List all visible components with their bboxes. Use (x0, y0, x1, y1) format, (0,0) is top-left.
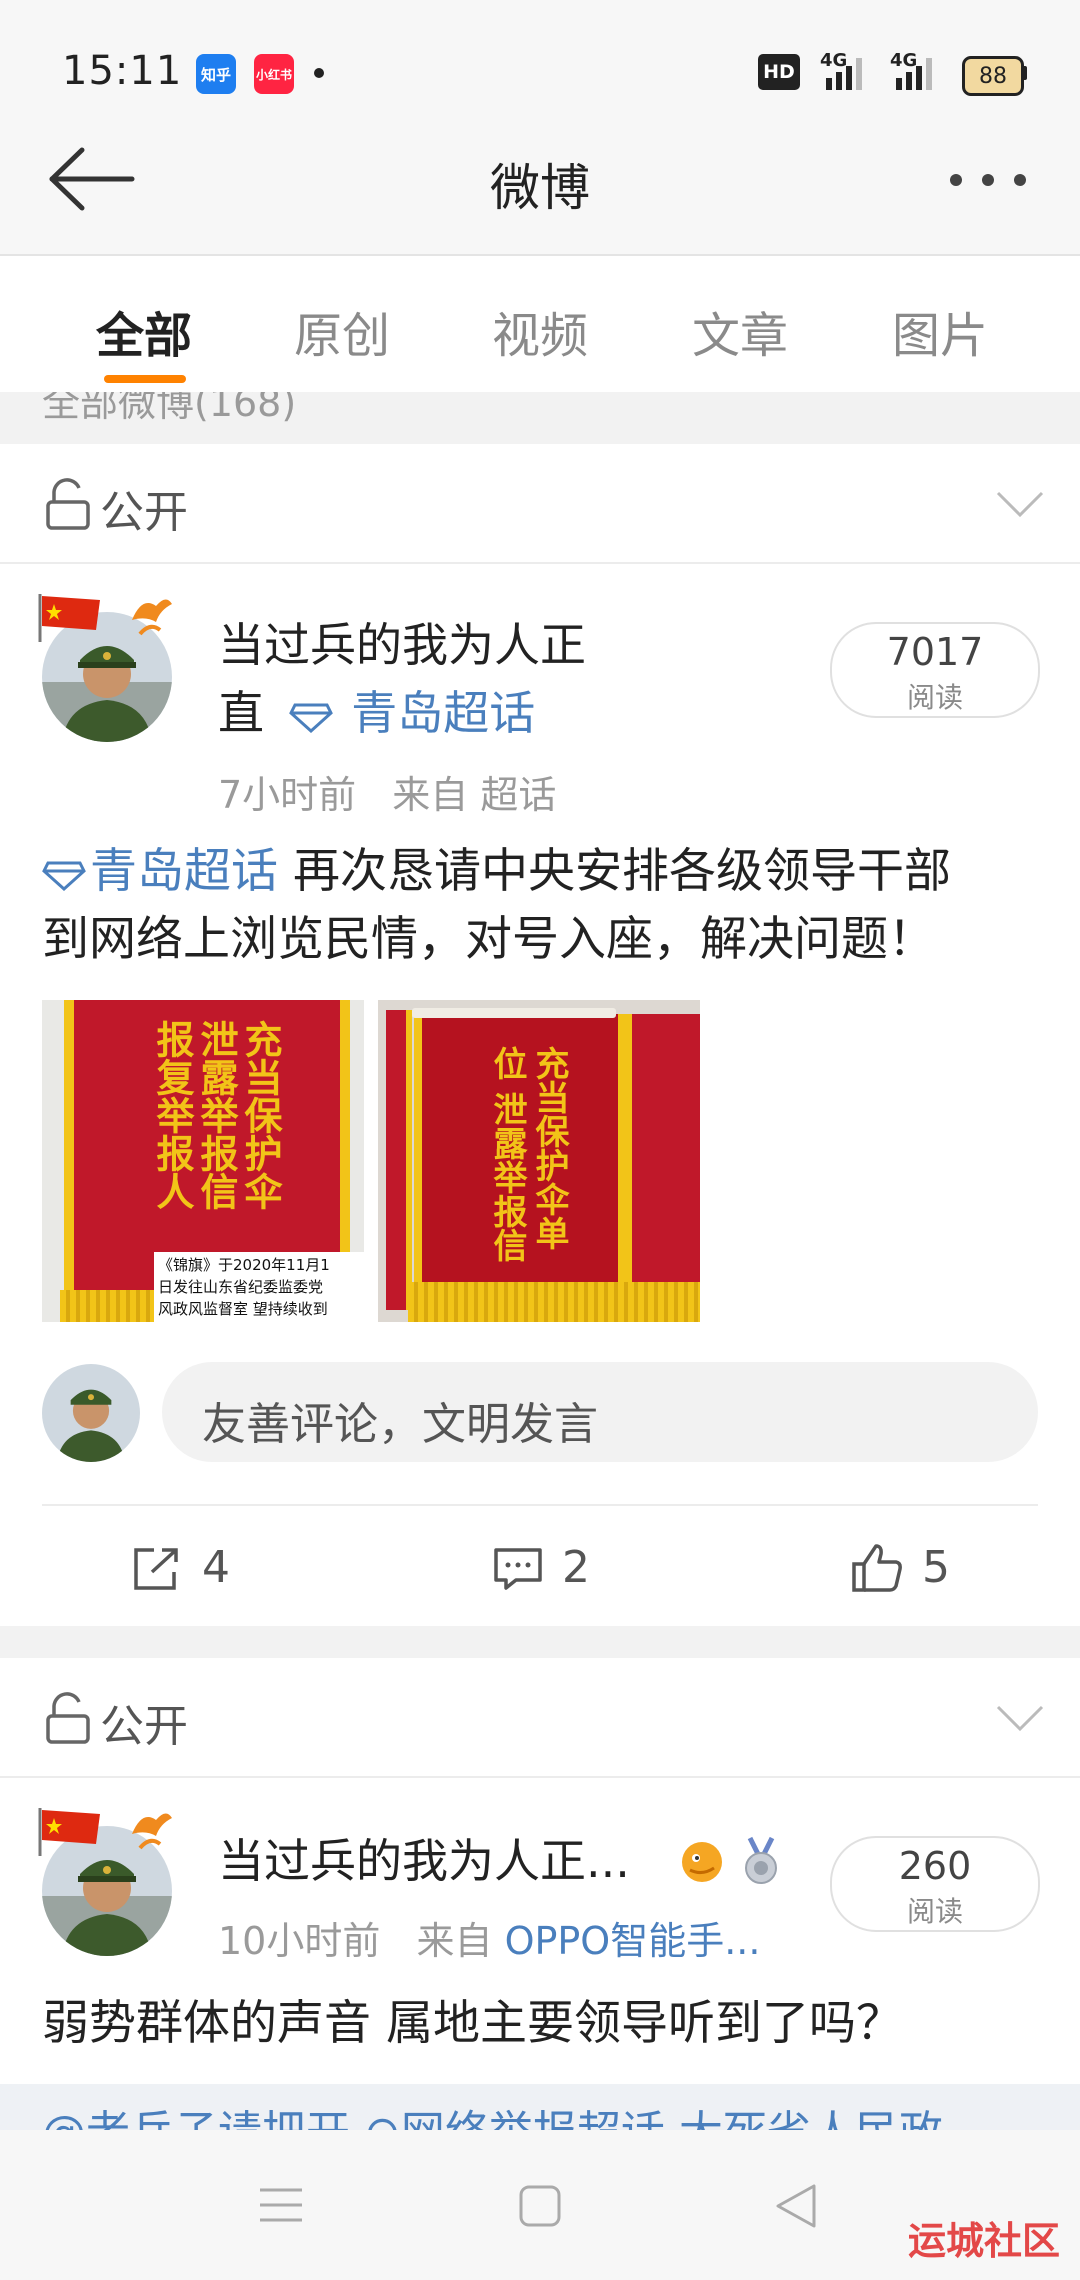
privacy-label: 公开 (100, 487, 188, 538)
read-count: 260 (898, 1844, 972, 1888)
home-icon[interactable] (518, 2184, 562, 2228)
author-name[interactable]: 当过兵的我为人正 (218, 612, 586, 678)
banner-fringe (408, 1282, 700, 1322)
read-count-badge: 7017 阅读 (830, 622, 1040, 718)
battery-icon: 88 (962, 56, 1024, 96)
post-source[interactable]: OPPO智能手... (505, 1919, 761, 1963)
weibo-total-count: 全部微博(168) (42, 392, 297, 425)
zhihu-app-icon: 知乎 (196, 54, 236, 94)
post-text: 弱势群体的声音 属地主要领导听到了吗？ (42, 1996, 903, 2051)
banner-text: 充当保护伞单位 泄露举报信 (487, 1046, 569, 1262)
read-count-badge: 260 阅读 (830, 1836, 1040, 1932)
hd-voice-icon: HD (758, 54, 800, 90)
quoted-post-strip[interactable]: @老兵子请把开 ⊙网络举报超话 大死省人民政 (0, 2084, 1080, 2130)
author-name-tail: 直 (218, 686, 264, 740)
comment-placeholder: 友善评论，文明发言 (202, 1399, 598, 1450)
post-source[interactable]: 超话 (480, 773, 556, 817)
diamond-icon (288, 701, 333, 733)
chevron-down-icon[interactable] (996, 490, 1044, 518)
topic-tag-link[interactable]: 青岛超话 (90, 844, 278, 899)
tab-articles[interactable]: 文章 (692, 296, 788, 366)
unlock-icon (44, 478, 92, 530)
comment-count[interactable]: 2 (562, 1542, 590, 1593)
divider (42, 1504, 1038, 1506)
tab-video[interactable]: 视频 (492, 296, 588, 366)
post-separator (0, 1626, 1080, 1658)
caption-line-2: 日发往山东省纪委监委党 (158, 1278, 324, 1296)
badge-icon (676, 1834, 728, 1886)
author-name-line2[interactable]: 直 青岛超话 (218, 680, 535, 746)
post-text-line2: 到网络上浏览民情，对号入座，解决问题！ (42, 912, 935, 967)
caption-line-1: 《锦旗》于2020年11月1 (158, 1256, 330, 1274)
author-name[interactable]: 当过兵的我为人正... (218, 1828, 630, 1894)
weibo-count-strip: 全部微博(168) (0, 392, 1080, 444)
repost-icon[interactable] (132, 1546, 182, 1592)
image-caption: 《锦旗》于2020年11月1 日发往山东省纪委监委党 风政风监督室 望持续收到 (154, 1252, 364, 1322)
post-time: 7小时前 (218, 773, 357, 817)
banner-text: 充当保护伞 泄露举报信 报复举报人 (150, 1020, 283, 1210)
caption-line-3: 风政风监督室 望持续收到 (158, 1300, 328, 1318)
banner-left-edge (386, 1010, 412, 1310)
repost-count[interactable]: 4 (202, 1542, 230, 1593)
flag-icon (36, 1806, 106, 1856)
notification-dot (314, 68, 324, 78)
tab-all[interactable]: 全部 (96, 296, 192, 366)
banner-rod (412, 1008, 616, 1018)
status-time: 15:11 (62, 48, 183, 94)
like-icon[interactable] (850, 1542, 904, 1594)
read-label: 阅读 (906, 681, 963, 714)
privacy-label: 公开 (100, 1701, 188, 1752)
active-tab-indicator (104, 375, 186, 383)
unlock-icon (44, 1692, 92, 1744)
source-prefix: 来自 (392, 773, 469, 817)
menu-icon[interactable] (258, 2186, 304, 2224)
battery-tip (1022, 66, 1027, 80)
read-count: 7017 (886, 630, 984, 674)
doves-icon (126, 1806, 176, 1852)
doves-icon (126, 592, 176, 638)
banner-right-edge (624, 1014, 700, 1290)
chevron-down-icon[interactable] (996, 1704, 1044, 1732)
my-avatar[interactable] (42, 1364, 140, 1462)
tab-original[interactable]: 原创 (294, 296, 390, 366)
more-options-icon[interactable] (948, 172, 1028, 188)
flag-icon (36, 592, 106, 642)
quoted-post-text: @老兵子请把开 ⊙网络举报超话 大死省人民政 (42, 2096, 943, 2130)
medal-icon (738, 1836, 784, 1886)
source-prefix: 来自 (416, 1919, 493, 1963)
supertopic-link[interactable]: 青岛超话 (351, 686, 535, 740)
post-time: 10小时前 (218, 1919, 381, 1963)
post-meta: 10小时前 来自 OPPO智能手... (218, 1910, 760, 1965)
page-title: 微博 (490, 159, 590, 217)
post-image-1[interactable]: 充当保护伞 泄露举报信 报复举报人 《锦旗》于2020年11月1 日发往山东省纪… (42, 1000, 364, 1322)
post-text: 青岛超话 再次恳请中央安排各级领导干部 到网络上浏览民情，对号入座，解决问题！ (42, 838, 1052, 974)
like-count[interactable]: 5 (922, 1542, 950, 1593)
post-image-2[interactable]: 充当保护伞单位 泄露举报信 (378, 1000, 700, 1322)
post-text-line1: 再次恳请中央安排各级领导干部 (278, 844, 951, 899)
post-meta: 7小时前 来自 超话 (218, 764, 556, 819)
tab-images[interactable]: 图片 (892, 296, 988, 366)
diamond-icon (42, 859, 86, 891)
comment-icon[interactable] (492, 1546, 544, 1592)
read-label: 阅读 (906, 1895, 963, 1928)
watermark: 运城社区 (908, 2219, 1061, 2263)
back-triangle-icon[interactable] (774, 2182, 818, 2230)
xiaohongshu-app-icon: 小红书 (254, 54, 294, 94)
